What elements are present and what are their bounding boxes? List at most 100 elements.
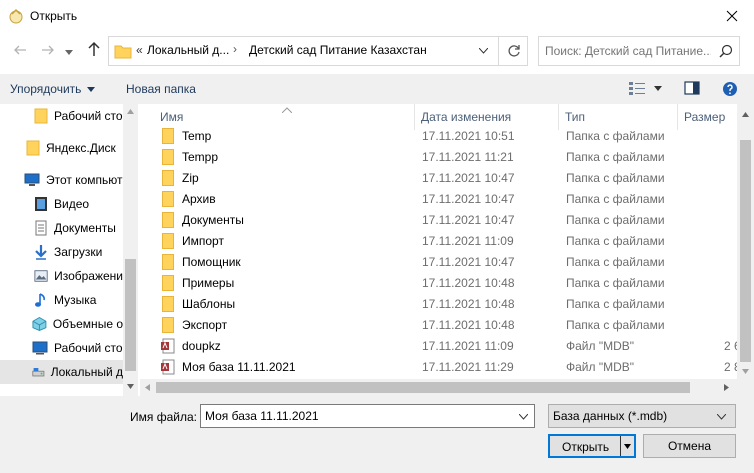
breadcrumb-item[interactable]: Детский сад Питание Казахстан (249, 43, 427, 57)
chevron-down-icon (717, 414, 726, 420)
nav-item-desktop-quick[interactable]: Рабочий сто (0, 104, 123, 128)
breadcrumb-item[interactable]: Локальный д... (147, 43, 229, 57)
dialog-footer: Имя файла: База данных (*.mdb) Открыть О… (0, 396, 754, 473)
nav-scrollbar-thumb[interactable] (125, 259, 136, 371)
file-type: Папка с файлами (566, 171, 665, 185)
close-button[interactable] (710, 0, 754, 32)
file-date: 17.11.2021 10:47 (422, 171, 515, 185)
folder-icon (26, 140, 40, 156)
search-input[interactable] (545, 41, 711, 61)
folder-icon (114, 45, 132, 59)
nav-item-label: Рабочий сто (54, 341, 123, 355)
new-folder-button[interactable]: Новая папка (126, 74, 196, 104)
file-date: 17.11.2021 10:51 (422, 129, 515, 143)
scroll-down-icon[interactable] (742, 369, 749, 374)
help-icon (723, 82, 737, 96)
nav-item-label: Объемные о (52, 317, 123, 331)
file-list-scrollbar-thumb[interactable] (740, 140, 751, 362)
open-options-button[interactable] (620, 436, 634, 456)
new-folder-label: Новая папка (126, 82, 196, 96)
file-row[interactable]: doupkz17.11.2021 11:09Файл "MDB"2 684 (154, 336, 754, 357)
nav-item-3d-objects[interactable]: Объемные о (0, 312, 123, 336)
3d-objects-icon (32, 316, 47, 331)
nav-item-label: Изображени (54, 269, 123, 283)
file-row[interactable]: Помощник 17.11.2021 10:47 Папка с файлами (154, 252, 754, 273)
chevron-down-icon[interactable] (519, 414, 528, 420)
file-list-hscrollbar-thumb[interactable] (156, 382, 690, 393)
chevron-down-icon (87, 86, 96, 92)
file-list-hscrollbar[interactable] (140, 379, 754, 396)
file-type-value: База данных (*.mdb) (553, 409, 668, 423)
cancel-button[interactable]: Отмена (643, 434, 736, 458)
file-date: 17.11.2021 11:09 (422, 234, 514, 248)
file-list-scrollbar[interactable] (737, 104, 754, 379)
chevron-down-icon (654, 85, 662, 91)
address-history-button[interactable] (469, 37, 497, 65)
file-type: Папка с файлами (566, 150, 665, 164)
file-row[interactable]: Архив 17.11.2021 10:47 Папка с файлами (154, 189, 754, 210)
open-button-label: Открыть (562, 440, 610, 454)
access-database-icon (160, 338, 176, 357)
file-date: 17.11.2021 10:48 (422, 297, 515, 311)
file-row[interactable]: Шаблоны 17.11.2021 10:48 Папка с файлами (154, 294, 754, 315)
nav-item-downloads[interactable]: Загрузки (0, 240, 123, 264)
open-button[interactable]: Открыть (548, 434, 636, 458)
scroll-right-icon[interactable] (724, 384, 729, 391)
preview-pane-button[interactable] (684, 80, 700, 99)
up-button[interactable] (84, 40, 104, 62)
file-row[interactable]: Экспорт 17.11.2021 10:48 Папка с файлами (154, 315, 754, 336)
folder-icon (162, 149, 174, 168)
file-name: Импорт (182, 234, 224, 248)
title-bar: Открыть (0, 0, 754, 32)
file-row[interactable]: Документы 17.11.2021 10:47 Папка с файлами (154, 210, 754, 231)
nav-item-label: Рабочий сто (54, 109, 123, 123)
folder-icon (162, 296, 174, 315)
folder-icon (162, 275, 174, 294)
scroll-down-icon[interactable] (127, 384, 134, 389)
file-type: Папка с файлами (566, 276, 665, 290)
app-icon (9, 8, 23, 24)
refresh-button[interactable] (498, 37, 528, 65)
file-type: Папка с файлами (566, 297, 665, 311)
access-database-icon (160, 359, 176, 378)
file-row[interactable]: Zip 17.11.2021 10:47 Папка с файлами (154, 168, 754, 189)
pictures-icon (34, 270, 48, 282)
file-row[interactable]: Temp 17.11.2021 10:51 Папка с файлами (154, 126, 754, 147)
close-icon (726, 10, 738, 22)
nav-item-desktop[interactable]: Рабочий сто (0, 336, 123, 360)
address-overflow[interactable]: « (136, 43, 143, 57)
file-row[interactable]: Моя база 11.11.2021 17.11.2021 11:29 Файл … (154, 357, 754, 378)
view-options-button[interactable] (628, 80, 662, 96)
nav-item-local-disk[interactable]: Локальный д (0, 360, 123, 384)
nav-item-yandex-disk[interactable]: Яндекс.Диск (0, 136, 123, 160)
nav-scrollbar[interactable] (123, 104, 138, 396)
file-type: Папка с файлами (566, 234, 665, 248)
nav-item-documents[interactable]: Документы (0, 216, 123, 240)
address-bar[interactable]: « Локальный д... › Детский сад Питание К… (108, 36, 528, 66)
recent-locations-button[interactable] (62, 42, 76, 62)
nav-item-video[interactable]: Видео (0, 192, 123, 216)
nav-item-pictures[interactable]: Изображени (0, 264, 123, 288)
filename-input[interactable] (205, 407, 505, 425)
file-row[interactable]: Примеры 17.11.2021 10:48 Папка с файлами (154, 273, 754, 294)
nav-item-this-pc[interactable]: Этот компьют (0, 168, 123, 192)
nav-item-music[interactable]: Музыка (0, 288, 123, 312)
file-row[interactable]: Импорт 17.11.2021 11:09 Папка с файлами (154, 231, 754, 252)
back-button[interactable] (8, 42, 32, 62)
details-view-icon (629, 82, 645, 95)
filename-combobox[interactable] (200, 404, 535, 428)
music-icon (35, 293, 45, 307)
file-type-select[interactable]: База данных (*.mdb) (548, 404, 736, 428)
scroll-up-icon[interactable] (127, 109, 134, 114)
file-name: Tempp (182, 150, 219, 164)
search-icon[interactable] (719, 44, 733, 58)
search-box[interactable] (538, 36, 740, 66)
forward-button[interactable] (36, 42, 60, 62)
file-row[interactable]: Tempp 17.11.2021 11:21 Папка с файлами (154, 147, 754, 168)
scroll-left-icon[interactable] (145, 384, 150, 391)
file-date: 17.11.2021 10:48 (422, 276, 515, 290)
scroll-up-icon[interactable] (742, 112, 749, 117)
organize-button[interactable]: Упорядочить (10, 74, 96, 104)
help-button[interactable] (720, 80, 740, 98)
file-name: Temp (182, 129, 212, 143)
